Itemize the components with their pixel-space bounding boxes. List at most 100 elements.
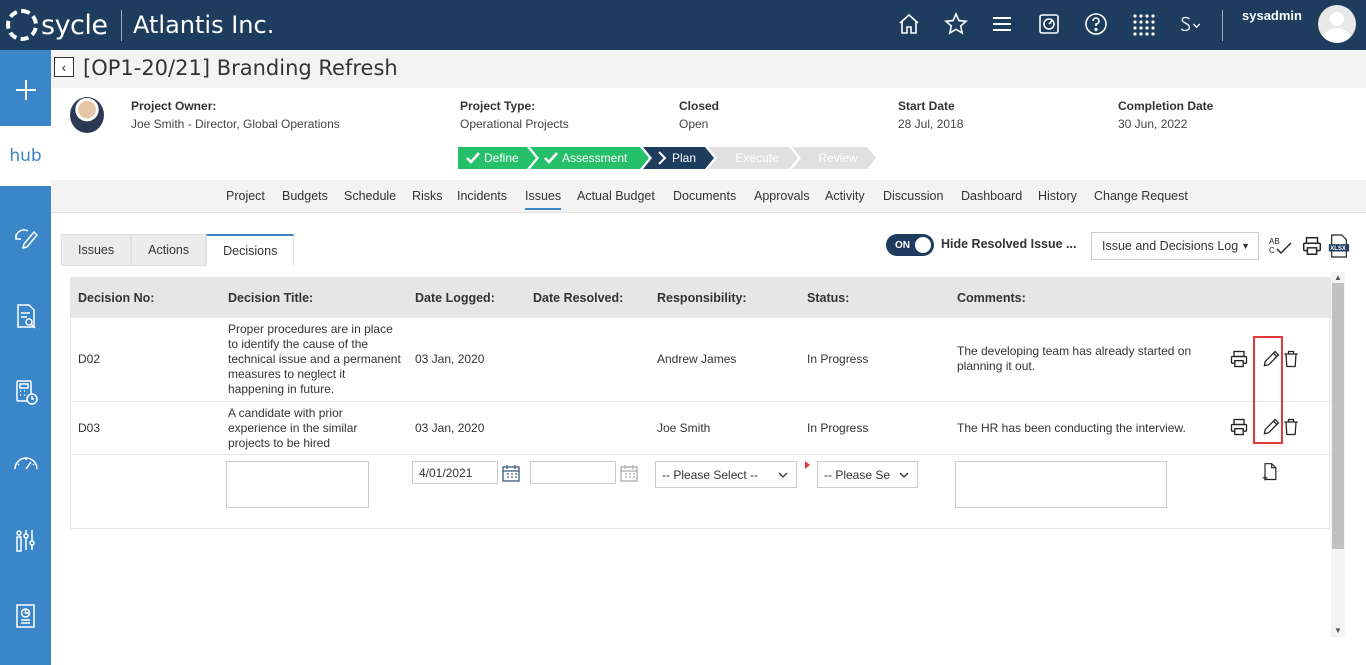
- owner-label: Project Owner:: [131, 99, 217, 113]
- tab-dashboard[interactable]: Dashboard: [961, 189, 1022, 203]
- hide-resolved-toggle[interactable]: ON: [886, 234, 934, 256]
- team-settings-icon[interactable]: [0, 510, 51, 570]
- stage-assessment[interactable]: Assessment: [530, 147, 649, 169]
- tab-actual-budget[interactable]: Actual Budget: [577, 189, 655, 203]
- edit-refresh-icon[interactable]: [0, 208, 51, 268]
- print-icon[interactable]: [1300, 234, 1324, 258]
- subtab-actions[interactable]: Actions: [131, 234, 207, 266]
- tab-documents[interactable]: Documents: [673, 189, 736, 203]
- svg-text:XLSX: XLSX: [1330, 246, 1346, 252]
- logo-ring-icon: [6, 9, 38, 41]
- tab-schedule[interactable]: Schedule: [344, 189, 396, 203]
- column-header: Decision No:: [78, 291, 155, 305]
- tab-budgets[interactable]: Budgets: [282, 189, 328, 203]
- stage-review[interactable]: Review: [792, 147, 876, 169]
- stage-execute[interactable]: Execute: [708, 147, 798, 169]
- new-entry-row: 4/01/2021 -- Please Select -- -- Please …: [71, 455, 1331, 530]
- home-icon[interactable]: [896, 11, 922, 37]
- date-logged-input[interactable]: 4/01/2021: [412, 461, 498, 484]
- log-type-select[interactable]: Issue and Decisions Log ▼: [1091, 232, 1259, 260]
- add-icon[interactable]: [0, 60, 51, 120]
- date-logged: 03 Jan, 2020: [415, 421, 485, 435]
- sycle-logo[interactable]: sycle: [6, 8, 108, 42]
- tab-project[interactable]: Project: [226, 189, 265, 203]
- calendar-icon[interactable]: [501, 463, 521, 483]
- stage-label: Plan: [672, 151, 697, 165]
- decision-no: D02: [78, 352, 101, 366]
- responsibility: Joe Smith: [657, 421, 711, 435]
- table-row[interactable]: D03 A candidate with prior experience in…: [71, 402, 1331, 455]
- type-value: Operational Projects: [460, 117, 569, 131]
- report-icon[interactable]: [0, 586, 51, 646]
- apps-grid-icon[interactable]: [1130, 11, 1156, 37]
- export-xlsx-icon[interactable]: XLSX: [1327, 234, 1351, 258]
- project-nav-tabs: Project Budgets Schedule Risks Incidents…: [51, 180, 1366, 213]
- responsibility: Andrew James: [657, 352, 737, 366]
- status-placeholder: -- Please Se: [824, 468, 891, 482]
- date-resolved-input[interactable]: [530, 461, 616, 484]
- column-header: Date Resolved:: [533, 291, 624, 305]
- tab-issues[interactable]: Issues: [525, 189, 562, 210]
- start-label: Start Date: [898, 99, 955, 113]
- column-header: Comments:: [957, 291, 1026, 305]
- stage-plan[interactable]: Plan: [643, 147, 714, 169]
- spellcheck-icon[interactable]: AB C: [1268, 234, 1292, 258]
- svg-text:C: C: [1269, 246, 1275, 255]
- back-button[interactable]: ‹: [54, 57, 74, 77]
- decisions-table: Decision No: Decision Title: Date Logged…: [70, 277, 1331, 530]
- add-document-icon[interactable]: [1259, 461, 1281, 483]
- star-icon[interactable]: [943, 11, 969, 37]
- sidebar-item-hub[interactable]: hub: [0, 126, 51, 186]
- log-select-value: Issue and Decisions Log: [1102, 239, 1239, 253]
- tab-incidents[interactable]: Incidents: [457, 189, 507, 203]
- chevron-down-icon: [778, 472, 788, 478]
- print-row-icon[interactable]: [1228, 348, 1250, 370]
- hub-label: hub: [9, 146, 42, 166]
- stage-label: Execute: [735, 151, 779, 165]
- switch-user-icon[interactable]: [1176, 11, 1206, 37]
- title-bar: ‹ [OP1-20/21] Branding Refresh: [51, 50, 1366, 88]
- chevron-right-icon: [657, 151, 667, 165]
- column-header: Date Logged:: [415, 291, 495, 305]
- comments: The HR has been conducting the interview…: [957, 421, 1186, 435]
- status-select[interactable]: -- Please Se: [817, 461, 918, 488]
- dashboard-icon[interactable]: [1036, 11, 1062, 37]
- avatar[interactable]: [1318, 5, 1356, 43]
- owner-value: Joe Smith - Director, Global Operations: [131, 117, 340, 131]
- tab-change-request[interactable]: Change Request: [1094, 189, 1188, 203]
- tab-risks[interactable]: Risks: [412, 189, 443, 203]
- delete-trash-icon[interactable]: [1280, 416, 1302, 438]
- help-icon[interactable]: [1083, 11, 1109, 37]
- check-icon: [466, 152, 480, 164]
- svg-text:AB: AB: [1269, 237, 1280, 246]
- print-row-icon[interactable]: [1228, 416, 1250, 438]
- menu-icon[interactable]: [989, 11, 1015, 37]
- tab-activity[interactable]: Activity: [825, 189, 865, 203]
- document-search-icon[interactable]: [0, 286, 51, 346]
- responsibility-select[interactable]: -- Please Select --: [655, 461, 797, 488]
- scroll-down-icon[interactable]: ▼: [1334, 626, 1342, 635]
- stage-define[interactable]: Define: [458, 147, 536, 169]
- subtab-issues[interactable]: Issues: [61, 234, 132, 266]
- date-logged-value: 4/01/2021: [419, 466, 473, 480]
- decision-title-input[interactable]: [226, 461, 369, 508]
- table-row[interactable]: D02 Proper procedures are in place to id…: [71, 318, 1331, 402]
- decision-no: D03: [78, 421, 101, 435]
- scrollbar-thumb[interactable]: [1332, 283, 1344, 549]
- tab-discussion[interactable]: Discussion: [883, 189, 943, 203]
- comments-input[interactable]: [955, 461, 1167, 508]
- delete-trash-icon[interactable]: [1280, 348, 1302, 370]
- tab-history[interactable]: History: [1038, 189, 1077, 203]
- logo-text: sycle: [41, 9, 108, 41]
- tab-approvals[interactable]: Approvals: [754, 189, 810, 203]
- hide-resolved-label: Hide Resolved Issue ...: [941, 237, 1077, 251]
- scroll-up-icon[interactable]: ▲: [1334, 273, 1342, 282]
- status: In Progress: [807, 352, 869, 366]
- status: In Progress: [807, 421, 869, 435]
- gauge-icon[interactable]: [0, 434, 51, 494]
- calendar-icon[interactable]: [619, 463, 639, 483]
- subtab-decisions[interactable]: Decisions: [206, 234, 295, 266]
- stage-progress: Define Assessment Plan Execute Review: [458, 147, 870, 169]
- user-name[interactable]: sysadmin: [1242, 8, 1302, 23]
- calculator-clock-icon[interactable]: [0, 362, 51, 422]
